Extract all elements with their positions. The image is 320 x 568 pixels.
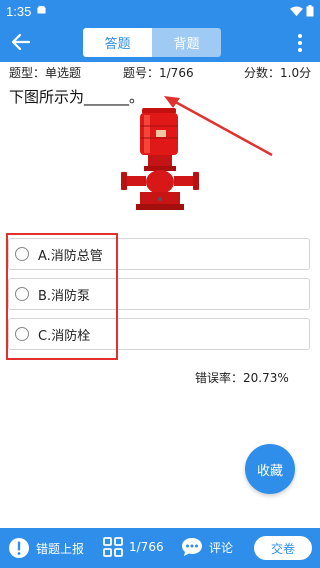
option-label: A.消防总管 [38,248,103,264]
grid-icon [103,537,123,557]
comment-button[interactable]: 评论 [181,537,233,557]
favorite-button[interactable]: 收藏 [245,444,295,494]
tab-memorize[interactable]: 背题 [152,28,221,57]
question-grid-button[interactable]: 1/766 [103,537,164,557]
android-icon [36,4,47,18]
more-menu-button[interactable] [290,32,310,54]
more-dot-icon [298,41,302,45]
report-error-label: 错题上报 [36,541,85,556]
option-a[interactable]: A.消防总管 [8,238,310,270]
battery-icon [306,2,314,21]
option-label: C.消防栓 [38,328,91,344]
comment-icon [181,537,203,557]
question-score: 分数：1.0分 [244,66,312,80]
alert-icon [8,537,30,559]
app-bar: 答题 背题 [0,22,320,62]
fire-pump-image [121,108,199,210]
question-number: 题号：1/766 [123,66,194,80]
report-error-button[interactable]: 错题上报 [8,537,84,559]
comment-label: 评论 [209,540,234,555]
wifi-icon [290,2,303,21]
submit-exam-button[interactable]: 交卷 [254,536,312,560]
option-c[interactable]: C.消防栓 [8,318,310,350]
status-time: 1:35 [6,3,32,19]
back-button[interactable] [8,29,34,55]
question-progress: 1/766 [129,540,164,554]
mode-tabs: 答题 背题 [83,28,221,57]
option-b[interactable]: B.消防泵 [8,278,310,310]
more-dot-icon [298,34,302,38]
bottom-bar: 错题上报 1/766 评论 交卷 [0,528,320,568]
radio-icon[interactable] [15,247,29,261]
question-type: 题型：单选题 [9,66,82,80]
question-info-row: 题型：单选题 题号：1/766 分数：1.0分 [0,63,320,80]
radio-icon[interactable] [15,287,29,301]
status-bar: 1:35 [0,0,320,22]
tab-answer[interactable]: 答题 [83,28,152,57]
more-dot-icon [298,48,302,52]
error-rate: 错误率：20.73% [195,371,289,385]
option-label: B.消防泵 [38,288,91,304]
question-text: 下图所示为______。 [9,88,145,106]
arrow-left-icon [12,34,30,50]
radio-icon[interactable] [15,327,29,341]
